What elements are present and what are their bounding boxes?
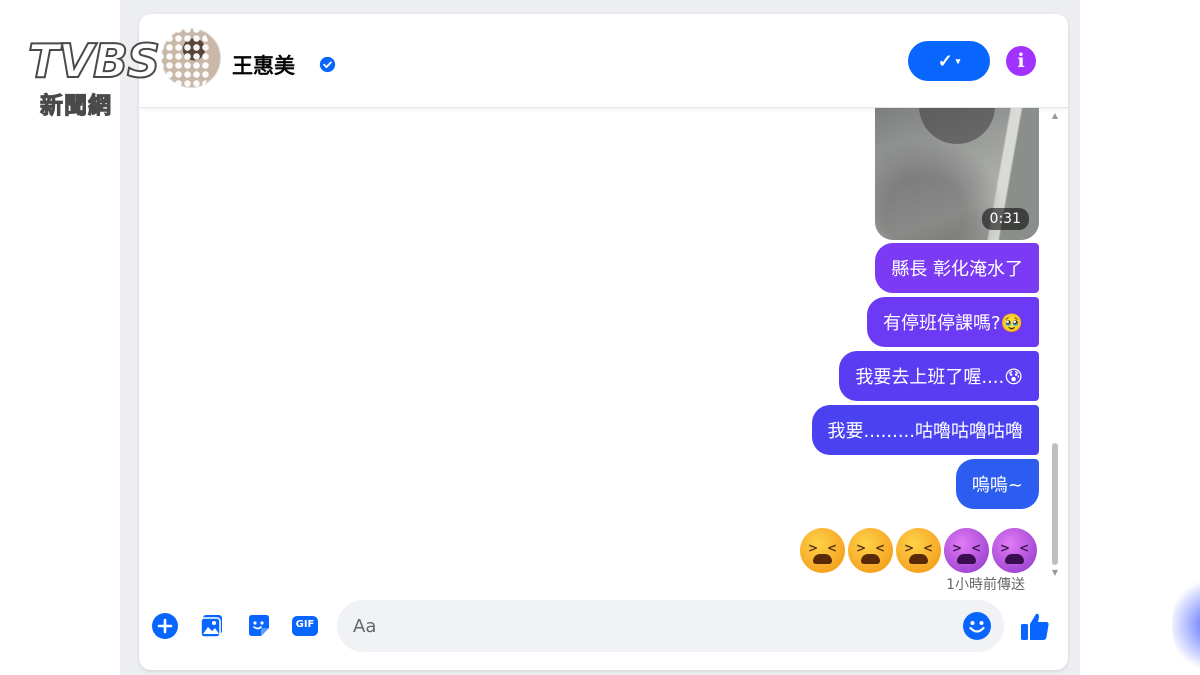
message-list: 0:31 縣長 彰化淹水了 有停班停課嗎?🥹 我要去上班了喔....😰 我要..… <box>139 108 1068 593</box>
chevron-down-icon: ▾ <box>955 55 961 66</box>
messenger-window: 王惠美 ✓ ▾ i 0:31 縣長 彰化淹水了 有停班停課嗎?🥹 我要去上班了喔… <box>139 14 1068 670</box>
add-button[interactable] <box>151 612 179 640</box>
video-message[interactable]: 0:31 <box>875 108 1039 240</box>
scrollbar-thumb[interactable] <box>1052 443 1058 565</box>
scroll-up-icon[interactable]: ▲ <box>1051 112 1059 120</box>
info-button[interactable]: i <box>1006 46 1036 76</box>
photo-icon <box>200 615 222 638</box>
tvbs-watermark: TVBS 新聞網 <box>27 16 218 120</box>
tired-face-purple-icon: > < <box>992 528 1037 573</box>
chat-header: 王惠美 ✓ ▾ i <box>139 14 1068 108</box>
message-bubble[interactable]: 有停班停課嗎?🥹 <box>867 297 1039 347</box>
message-bubble[interactable]: 嗚嗚~ <box>955 459 1039 509</box>
message-bubble[interactable]: 我要.........咕嚕咕嚕咕嚕 <box>811 405 1039 455</box>
emoji-message[interactable]: > < > < > < > < > < <box>800 528 1037 574</box>
sent-status: 1小時前傳送 <box>946 577 1025 593</box>
thumbs-up-icon[interactable] <box>1018 610 1052 644</box>
emoji-icon[interactable] <box>962 611 992 641</box>
gif-label: GIF <box>295 619 315 630</box>
plus-circle-icon <box>152 613 178 639</box>
photo-button[interactable] <box>198 612 226 640</box>
message-input-wrapper <box>337 600 1004 652</box>
verified-badge-icon <box>319 56 336 73</box>
corner-decoration <box>1172 580 1200 670</box>
tired-face-icon: > < <box>896 528 941 573</box>
contact-name[interactable]: 王惠美 <box>232 50 295 80</box>
tired-face-purple-icon: > < <box>944 528 989 573</box>
gif-button[interactable]: GIF <box>291 612 319 640</box>
scroll-down-icon[interactable]: ▼ <box>1051 569 1059 577</box>
info-icon: i <box>1017 50 1025 72</box>
logo-subtitle: 新聞網 <box>40 93 112 120</box>
message-input[interactable] <box>353 600 943 652</box>
checkmark-icon: ✓ <box>937 50 953 71</box>
tired-face-icon: > < <box>848 528 893 573</box>
tired-face-icon: > < <box>800 528 845 573</box>
message-bubble[interactable]: 縣長 彰化淹水了 <box>875 243 1039 293</box>
sticker-button[interactable] <box>245 612 273 640</box>
call-button[interactable]: ✓ ▾ <box>908 41 990 81</box>
video-duration: 0:31 <box>981 208 1029 230</box>
composer: GIF <box>139 600 1068 656</box>
sticker-icon <box>249 615 269 636</box>
message-bubble[interactable]: 我要去上班了喔....😰 <box>839 351 1039 401</box>
logo-text: TVBS <box>27 33 161 89</box>
